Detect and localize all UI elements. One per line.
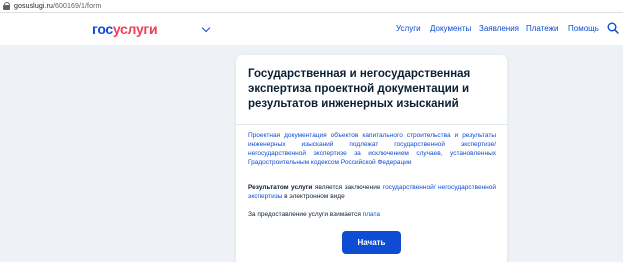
service-card: Государственная и негосударственная эксп… [236,55,507,262]
service-fee: За предоставление услуги взимается плата [248,210,496,219]
service-result: Результатом услуги является заключение г… [248,183,496,201]
search-icon[interactable] [607,22,619,34]
url-host: gosuslugi.ru [14,2,53,10]
chevron-down-icon[interactable] [201,23,211,33]
nav-item-payments[interactable]: Платежи [526,24,558,33]
nav-item-documents[interactable]: Документы [430,24,471,33]
card-divider [236,124,507,125]
site-header: госуслуги Услуги Документы Заявления Пла… [0,13,623,45]
fee-link[interactable]: плата [363,211,380,218]
nav-item-help[interactable]: Помощь [568,24,599,33]
browser-address-bar[interactable]: gosuslugi.ru/600169/1/form [0,0,623,13]
gosuslugi-logo[interactable]: госуслуги [92,21,158,37]
result-text: является заключение [312,184,383,191]
result-label: Результатом услуги [248,184,313,191]
address-url[interactable]: gosuslugi.ru/600169/1/form [14,3,101,10]
fee-text: За предоставление услуги взимается [248,211,363,218]
nav-item-applications[interactable]: Заявления [479,24,519,33]
lock-icon [3,2,11,10]
service-description-link[interactable]: Проектная документация объектов капиталь… [248,131,496,167]
nav-item-services[interactable]: Услуги [396,24,421,33]
service-title: Государственная и негосударственная эксп… [248,68,471,110]
url-path: /600169/1/form [52,2,102,10]
start-button[interactable]: Начать [342,231,401,254]
result-text-end: в электронном виде [282,193,345,200]
logo-text-uslugi: услуги [112,21,158,37]
logo-text-gos: гос [92,21,113,37]
